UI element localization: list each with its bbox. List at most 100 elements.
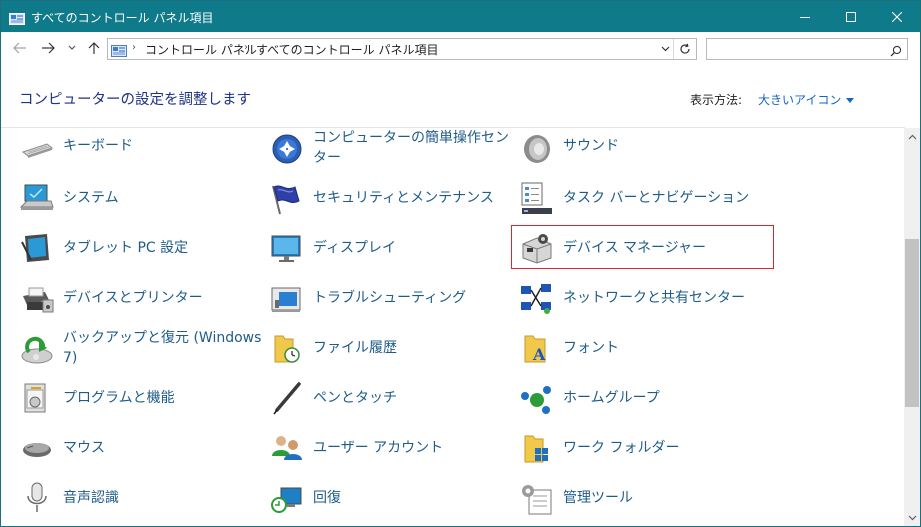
item-label: サウンド (563, 138, 619, 154)
item-programs-features[interactable]: プログラムと機能 (19, 378, 259, 418)
troubleshoot-icon (269, 280, 305, 316)
item-keyboard[interactable]: キーボード (19, 128, 259, 168)
users-icon (269, 430, 305, 466)
highlight-box (511, 225, 774, 269)
item-label: タスク バーとナビゲーション (563, 190, 750, 206)
item-mouse[interactable]: マウス (19, 428, 259, 468)
search-box[interactable] (706, 38, 908, 60)
item-label: デバイスとプリンター (63, 290, 203, 306)
item-label: バックアップと復元 (Windows 7) (63, 330, 262, 366)
navigation-bar: › コントロール パネル › すべてのコントロール パネル項目 (1, 32, 920, 64)
caret-down-icon (846, 98, 855, 103)
chevron-down-icon (661, 46, 669, 52)
recovery-icon (269, 480, 305, 516)
item-label: ユーザー アカウント (313, 440, 444, 456)
ease-of-access-icon (269, 130, 305, 166)
item-sound[interactable]: サウンド (519, 128, 759, 168)
item-label: ディスプレイ (313, 240, 397, 256)
address-dropdown-button[interactable] (658, 41, 672, 57)
monitor-icon (269, 230, 305, 266)
control-panel-icon (9, 10, 25, 25)
item-network-sharing[interactable]: ネットワークと共有センター (519, 278, 759, 318)
svg-text:A: A (532, 345, 546, 364)
backup-icon (19, 330, 55, 366)
item-label: セキュリティとメンテナンス (313, 190, 494, 206)
item-tablet-pc-settings[interactable]: タブレット PC 設定 (19, 228, 259, 268)
item-taskbar-navigation[interactable]: タスク バーとナビゲーション (519, 178, 759, 218)
minimize-button[interactable] (782, 1, 828, 32)
computer-icon (19, 180, 55, 216)
view-by-dropdown[interactable]: 大きいアイコン (758, 91, 855, 108)
item-fonts[interactable]: A フォント (519, 328, 759, 368)
microphone-icon (19, 480, 55, 516)
item-recovery[interactable]: 回復 (269, 478, 509, 518)
network-icon (519, 280, 555, 316)
item-label: トラブルシューティング (313, 290, 467, 306)
scroll-down-button[interactable] (904, 509, 920, 526)
back-button[interactable] (11, 40, 29, 56)
maximize-button[interactable] (828, 1, 874, 32)
item-speech-recognition[interactable]: 音声認識 (19, 478, 259, 518)
item-label: プログラムと機能 (63, 390, 175, 406)
view-by-value: 大きいアイコン (758, 93, 842, 107)
control-panel-icon (111, 42, 127, 57)
up-button[interactable] (85, 40, 103, 56)
item-homegroup[interactable]: ホームグループ (519, 378, 759, 418)
item-user-accounts[interactable]: ユーザー アカウント (269, 428, 509, 468)
file-history-icon (269, 330, 305, 366)
keyboard-icon (19, 130, 55, 166)
search-input[interactable] (711, 40, 885, 58)
item-label: 回復 (313, 490, 341, 506)
item-backup-restore[interactable]: バックアップと復元 (Windows 7) (19, 328, 261, 368)
item-administrative-tools[interactable]: 管理ツール (519, 478, 759, 518)
item-label: ネットワークと共有センター (563, 290, 745, 306)
work-folders-icon (519, 430, 555, 466)
address-bar[interactable]: › コントロール パネル › すべてのコントロール パネル項目 (107, 38, 697, 60)
homegroup-icon (519, 380, 555, 416)
item-troubleshooting[interactable]: トラブルシューティング (269, 278, 509, 318)
mouse-icon (19, 430, 55, 466)
tablet-icon (19, 230, 55, 266)
search-icon[interactable] (890, 42, 902, 61)
item-display[interactable]: ディスプレイ (269, 228, 509, 268)
breadcrumb-control-panel[interactable]: コントロール パネル (145, 41, 257, 58)
item-file-history[interactable]: ファイル履歴 (269, 328, 509, 368)
item-label: タブレット PC 設定 (63, 240, 189, 256)
item-devices-printers[interactable]: デバイスとプリンター (19, 278, 259, 318)
recent-locations-button[interactable] (65, 40, 79, 56)
page-title: コンピューターの設定を調整します (19, 92, 251, 108)
item-label: ホームグループ (563, 390, 660, 406)
arrow-left-icon (13, 42, 26, 54)
refresh-icon (680, 43, 690, 54)
chevron-right-icon: › (132, 42, 136, 53)
refresh-button[interactable] (673, 39, 696, 59)
admin-tools-icon (519, 480, 555, 516)
minimize-icon (800, 16, 810, 18)
close-button[interactable] (874, 1, 920, 32)
arrow-up-icon (88, 42, 100, 54)
item-ease-of-access[interactable]: コンピューターの簡単操作センター (269, 128, 509, 168)
breadcrumb-all-items[interactable]: すべてのコントロール パネル項目 (256, 41, 439, 58)
forward-button[interactable] (39, 40, 57, 56)
item-system[interactable]: システム (19, 178, 259, 218)
item-pen-touch[interactable]: ペンとタッチ (269, 378, 509, 418)
item-security-maintenance[interactable]: セキュリティとメンテナンス (269, 178, 509, 218)
item-label: ペンとタッチ (313, 390, 397, 406)
item-label: システム (63, 190, 119, 206)
scroll-up-button[interactable] (904, 128, 920, 145)
chevron-down-icon (908, 515, 916, 520)
item-label: キーボード (63, 138, 133, 154)
window-title: すべてのコントロール パネル項目 (31, 11, 214, 25)
item-label: マウス (63, 440, 105, 456)
item-label: ファイル履歴 (313, 340, 397, 356)
scroll-thumb[interactable] (905, 239, 919, 407)
arrow-right-icon (42, 42, 55, 54)
item-work-folders[interactable]: ワーク フォルダー (519, 428, 759, 468)
printer-icon (19, 280, 55, 316)
maximize-icon (846, 11, 856, 22)
chevron-right-icon[interactable]: › (244, 42, 248, 53)
pen-icon (269, 380, 305, 416)
title-bar: すべてのコントロール パネル項目 (1, 1, 920, 32)
programs-icon (19, 380, 55, 416)
vertical-scrollbar[interactable] (904, 128, 920, 526)
